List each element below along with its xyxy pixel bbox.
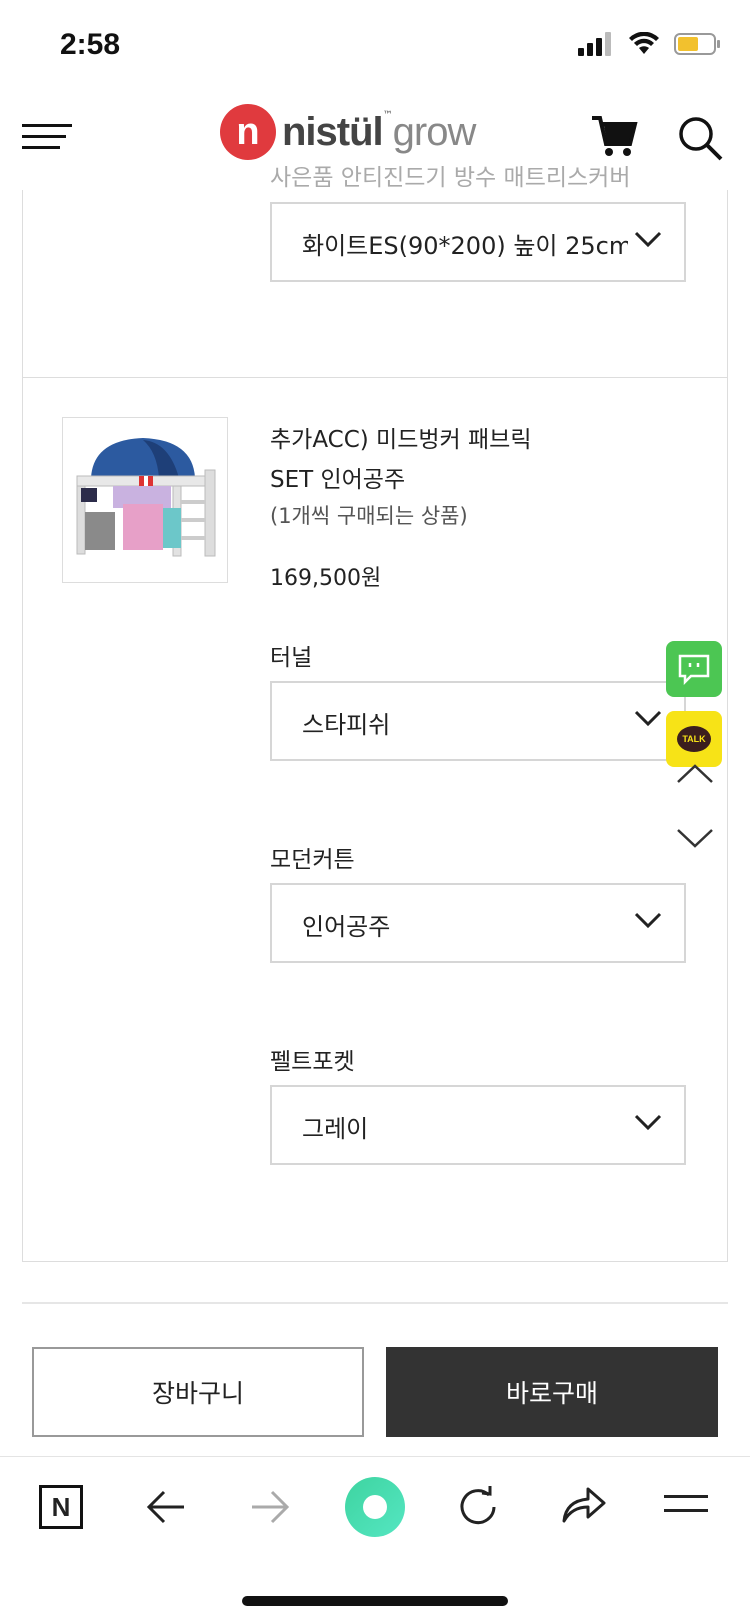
green-dot-center-icon bbox=[363, 1495, 387, 1519]
add-to-cart-button[interactable]: 장바구니 bbox=[32, 1347, 364, 1437]
chat-icon bbox=[678, 654, 710, 685]
option-select-tunnel[interactable]: 스타피쉬 bbox=[270, 681, 686, 761]
bunk-bed-image bbox=[63, 418, 227, 582]
status-time: 2:58 bbox=[60, 28, 121, 61]
logo-suffix: grow bbox=[392, 109, 477, 154]
site-logo[interactable]: n nistül ™ grow bbox=[220, 104, 477, 160]
option-value-curtain: 인어공주 bbox=[302, 913, 391, 941]
option-select-pocket[interactable]: 그레이 bbox=[270, 1085, 686, 1165]
product-thumbnail[interactable] bbox=[62, 417, 228, 583]
logo-tm: ™ bbox=[382, 110, 393, 121]
kakao-talk-button[interactable]: TALK bbox=[666, 711, 722, 767]
battery-icon bbox=[674, 33, 720, 55]
naver-n-label: N bbox=[51, 1491, 71, 1522]
previous-option-label: 사은품 안티진드기 방수 매트리스커버 bbox=[270, 165, 631, 191]
section-divider bbox=[22, 1302, 728, 1304]
signal-icon bbox=[578, 32, 611, 56]
buy-now-button[interactable]: 바로구매 bbox=[386, 1347, 718, 1437]
logo-name: nistül bbox=[282, 109, 384, 154]
previous-option-select[interactable]: 화이트ES(90*200) 높이 25cm bbox=[270, 202, 686, 282]
previous-option-value: 화이트ES(90*200) 높이 25cm bbox=[302, 232, 628, 260]
scroll-down-icon[interactable] bbox=[676, 826, 714, 850]
product-name-line2: SET 인어공주 bbox=[270, 467, 406, 493]
talk-label: TALK bbox=[682, 734, 706, 744]
hamburger-menu-icon[interactable] bbox=[22, 122, 74, 152]
naver-green-dot-button[interactable] bbox=[345, 1477, 405, 1537]
back-arrow-icon[interactable] bbox=[146, 1489, 186, 1525]
refresh-icon[interactable] bbox=[456, 1485, 500, 1529]
chevron-down-icon bbox=[634, 912, 662, 929]
logo-badge: n bbox=[220, 104, 276, 160]
chat-button[interactable] bbox=[666, 641, 722, 697]
wifi-icon bbox=[629, 32, 659, 54]
share-icon[interactable] bbox=[560, 1485, 606, 1525]
menu-icon[interactable] bbox=[664, 1493, 708, 1515]
talk-bubble-icon: TALK bbox=[677, 726, 711, 752]
option-select-curtain[interactable]: 인어공주 bbox=[270, 883, 686, 963]
cart-icon[interactable] bbox=[590, 114, 638, 158]
option-label-tunnel: 터널 bbox=[270, 645, 313, 671]
product-name-line1: 추가ACC) 미드벙커 패브릭 bbox=[270, 427, 532, 453]
home-indicator[interactable] bbox=[242, 1596, 508, 1606]
search-icon[interactable] bbox=[676, 114, 724, 162]
product-name: 추가ACC) 미드벙커 패브릭 SET 인어공주 bbox=[270, 420, 531, 500]
logo-initial: n bbox=[236, 111, 260, 153]
forward-arrow-icon[interactable] bbox=[250, 1489, 290, 1525]
status-icons bbox=[578, 32, 722, 56]
option-value-tunnel: 스타피쉬 bbox=[302, 711, 391, 739]
option-label-pocket: 펠트포켓 bbox=[270, 1049, 355, 1075]
scroll-up-icon[interactable] bbox=[676, 762, 714, 786]
product-price: 169,500원 bbox=[270, 566, 382, 591]
product-note: (1개씩 구매되는 상품) bbox=[270, 504, 468, 528]
option-value-pocket: 그레이 bbox=[302, 1115, 369, 1143]
chevron-down-icon bbox=[634, 1114, 662, 1131]
chevron-down-icon bbox=[634, 231, 662, 248]
naver-home-button[interactable]: N bbox=[39, 1485, 83, 1529]
chevron-down-icon bbox=[634, 710, 662, 727]
status-bar: 2:58 bbox=[0, 0, 750, 90]
option-label-curtain: 모던커튼 bbox=[270, 847, 355, 873]
